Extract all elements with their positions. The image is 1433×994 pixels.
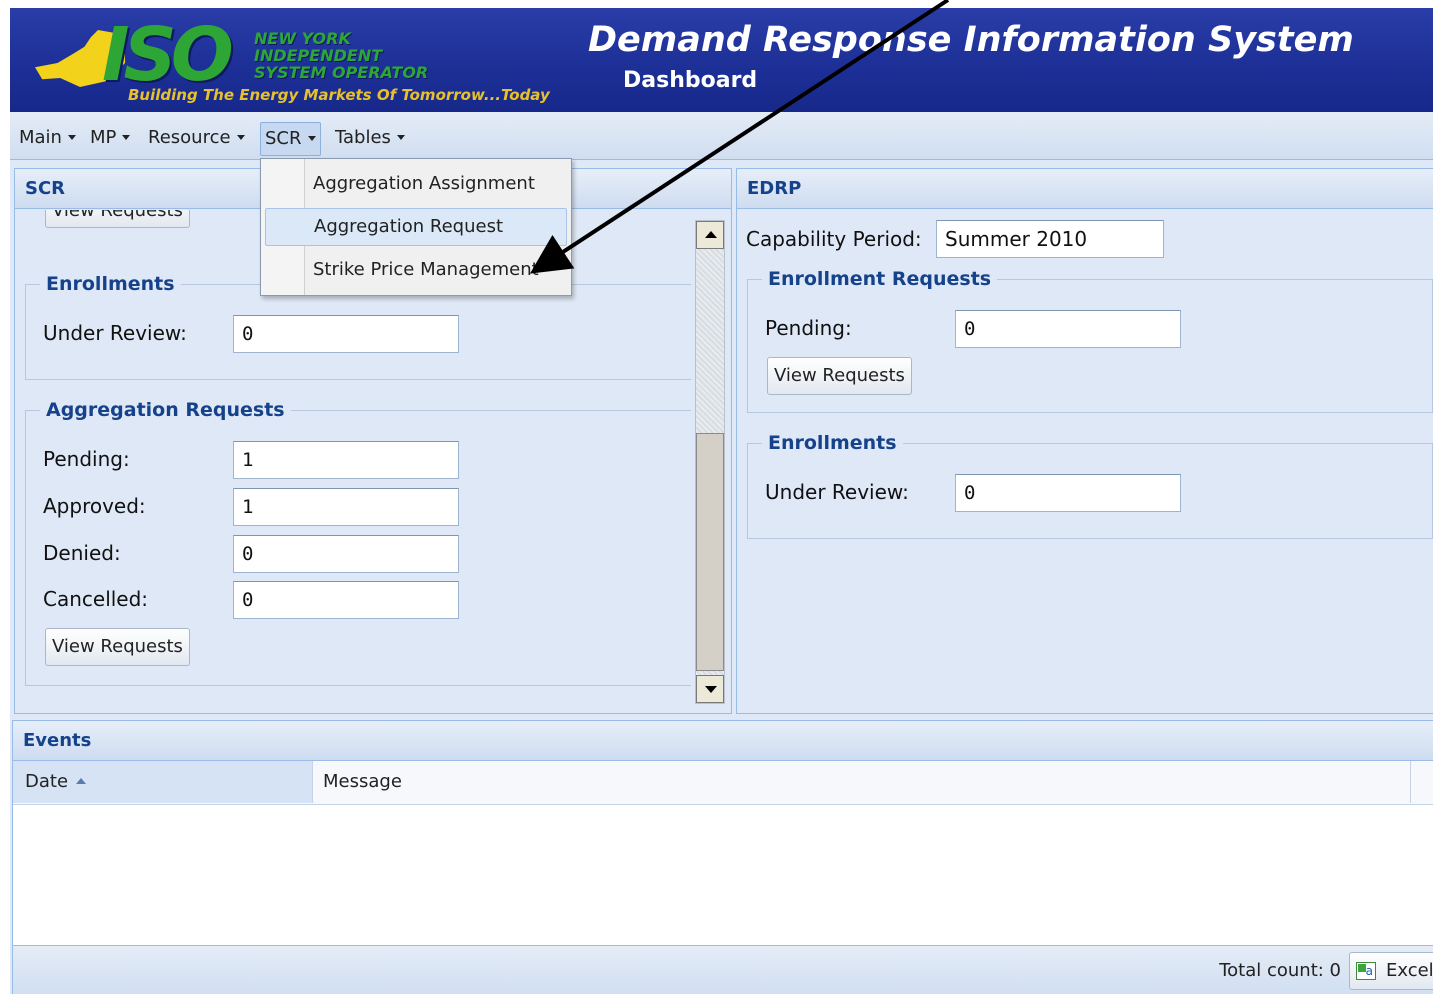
menu-label: SCR bbox=[265, 128, 302, 149]
events-grid-body bbox=[13, 805, 1433, 945]
menu-mp[interactable]: MP bbox=[86, 122, 134, 156]
enrollment-requests-legend: Enrollment Requests bbox=[762, 268, 998, 290]
column-header-message[interactable]: Message bbox=[313, 761, 1411, 803]
cancelled-label: Cancelled: bbox=[43, 587, 149, 611]
page-subtitle: Dashboard bbox=[623, 68, 758, 93]
scr-enrollments-legend: Enrollments bbox=[40, 273, 181, 295]
menu-scr[interactable]: SCR bbox=[260, 122, 321, 156]
excel-icon: a bbox=[1356, 962, 1376, 980]
scroll-down-arrow-icon[interactable] bbox=[696, 675, 724, 703]
scroll-up-arrow-icon[interactable] bbox=[696, 221, 724, 249]
logo-org-line: SYSTEM OPERATOR bbox=[254, 63, 429, 82]
export-excel-button[interactable]: a Excel bbox=[1349, 952, 1433, 990]
events-grid-footer: Total count: 0 a Excel bbox=[13, 945, 1433, 994]
edrp-enrollments-legend: Enrollments bbox=[762, 432, 903, 454]
sort-ascending-icon bbox=[76, 778, 87, 784]
edrp-panel-title: EDRP bbox=[737, 169, 1433, 209]
logo-org-line: INDEPENDENT bbox=[254, 46, 383, 65]
approved-label: Approved: bbox=[43, 494, 146, 518]
events-grid-header: Date Message bbox=[13, 761, 1433, 805]
view-requests-button-top[interactable]: View Requests bbox=[45, 210, 190, 228]
capability-period-label: Capability Period: bbox=[746, 227, 922, 251]
column-label: Date bbox=[25, 771, 69, 792]
nyiso-logo: ISO bbox=[102, 12, 234, 98]
menu-item-aggregation-assignment[interactable]: Aggregation Assignment bbox=[265, 166, 567, 204]
capability-period-field[interactable]: Summer 2010 bbox=[936, 220, 1164, 258]
enrollment-requests-fieldset: Enrollment Requests Pending: 0 View Requ… bbox=[747, 268, 1433, 413]
menu-main[interactable]: Main bbox=[15, 122, 80, 156]
denied-field[interactable]: 0 bbox=[233, 535, 459, 573]
logo-org-name: NEW YORK INDEPENDENT SYSTEM OPERATOR bbox=[254, 30, 428, 81]
edrp-pending-label: Pending: bbox=[765, 316, 852, 340]
logo-org-line: NEW YORK bbox=[254, 29, 351, 48]
edrp-panel: EDRP Capability Period: Summer 2010 Enro… bbox=[736, 168, 1433, 714]
chevron-down-icon bbox=[307, 136, 316, 141]
app-title: Demand Response Information System bbox=[588, 20, 1354, 60]
view-requests-button[interactable]: View Requests bbox=[45, 628, 190, 666]
chevron-down-icon bbox=[122, 135, 131, 140]
events-panel: Events Date Message Total count: 0 a Exc… bbox=[12, 720, 1433, 994]
header-banner: ISO NEW YORK INDEPENDENT SYSTEM OPERATOR… bbox=[10, 8, 1433, 112]
app-window: ISO NEW YORK INDEPENDENT SYSTEM OPERATOR… bbox=[10, 8, 1433, 994]
aggregation-requests-legend: Aggregation Requests bbox=[40, 399, 291, 421]
menu-label: Resource bbox=[148, 127, 231, 148]
scr-dropdown-menu: Aggregation Assignment Aggregation Reque… bbox=[260, 158, 572, 296]
chevron-down-icon bbox=[67, 135, 76, 140]
menu-resource[interactable]: Resource bbox=[144, 122, 249, 156]
chevron-down-icon bbox=[236, 135, 245, 140]
pending-label: Pending: bbox=[43, 447, 130, 471]
menu-tables[interactable]: Tables bbox=[331, 122, 409, 156]
edrp-pending-field[interactable]: 0 bbox=[955, 310, 1181, 348]
menu-item-aggregation-request[interactable]: Aggregation Request bbox=[265, 208, 567, 246]
menu-label: Tables bbox=[335, 127, 391, 148]
menubar: Main MP Resource SCR Tables bbox=[10, 112, 1433, 160]
total-count: Total count: 0 bbox=[1219, 960, 1341, 981]
scrollbar-thumb[interactable] bbox=[696, 433, 724, 671]
events-panel-title: Events bbox=[13, 721, 1433, 761]
approved-field[interactable]: 1 bbox=[233, 488, 459, 526]
chevron-down-icon bbox=[396, 135, 405, 140]
scr-panel-scrollbar[interactable] bbox=[695, 220, 725, 704]
pending-field[interactable]: 1 bbox=[233, 441, 459, 479]
under-review-label: Under Review: bbox=[43, 321, 187, 345]
menu-label: MP bbox=[90, 127, 117, 148]
column-header-date[interactable]: Date bbox=[13, 761, 313, 803]
edrp-under-review-field[interactable]: 0 bbox=[955, 474, 1181, 512]
export-label: Excel bbox=[1386, 960, 1433, 981]
cancelled-field[interactable]: 0 bbox=[233, 581, 459, 619]
edrp-enrollments-fieldset: Enrollments Under Review: 0 bbox=[747, 432, 1433, 539]
logo-tagline: Building The Energy Markets Of Tomorrow.… bbox=[128, 86, 550, 104]
edrp-view-requests-button[interactable]: View Requests bbox=[767, 357, 912, 395]
menu-item-strike-price-management[interactable]: Strike Price Management bbox=[265, 252, 567, 290]
aggregation-requests-fieldset: Aggregation Requests Pending: 1 Approved… bbox=[25, 399, 691, 686]
menu-label: Main bbox=[19, 127, 62, 148]
scr-enrollments-fieldset: Enrollments Under Review: 0 bbox=[25, 273, 691, 380]
edrp-under-review-label: Under Review: bbox=[765, 480, 909, 504]
under-review-field[interactable]: 0 bbox=[233, 315, 459, 353]
denied-label: Denied: bbox=[43, 541, 121, 565]
